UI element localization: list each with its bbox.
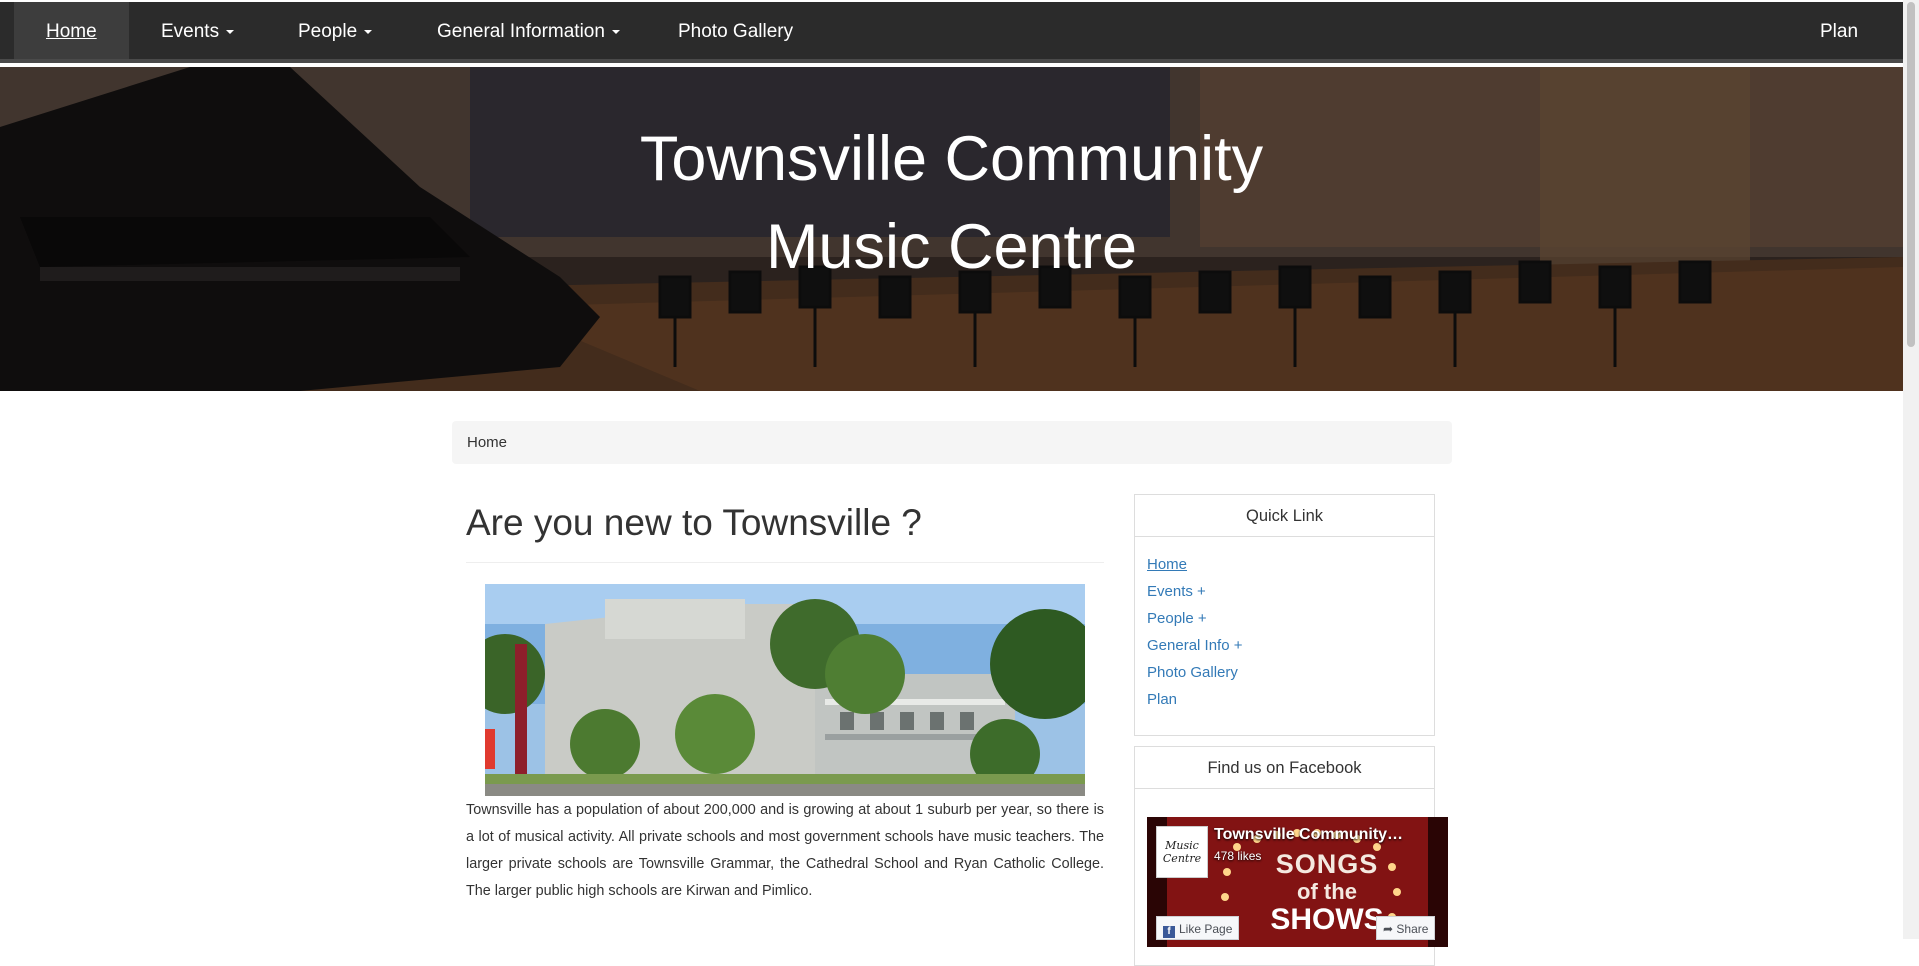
facebook-panel-title: Find us on Facebook [1135,747,1434,789]
facebook-like-button[interactable]: f Like Page [1156,916,1240,940]
quick-link-general-info[interactable]: General Info + [1147,637,1242,654]
scrollbar-thumb[interactable] [1907,2,1915,347]
quick-link-list: Home Events + People + General Info + Ph… [1135,537,1434,725]
caret-down-icon [364,29,373,34]
breadcrumb: Home [452,421,1452,464]
list-item: Photo Gallery [1147,659,1422,686]
quick-link-people[interactable]: People + [1147,610,1207,627]
quick-link-photo-gallery[interactable]: Photo Gallery [1147,664,1238,681]
facebook-like-count: 478 likes [1214,849,1262,863]
breadcrumb-current: Home [467,434,508,451]
nav-home-link[interactable]: Home [14,2,129,59]
heading-divider [466,562,1104,563]
nav-events-label: Events [161,21,220,42]
list-item: Events + [1147,578,1422,605]
nav-photo-gallery-link[interactable]: Photo Gallery [678,2,793,59]
quick-link-events[interactable]: Events + [1147,583,1206,600]
nav-people-label: People [298,21,358,42]
list-item: General Info + [1147,632,1422,659]
quick-link-title: Quick Link [1135,495,1434,537]
page-scrollbar[interactable] [1903,0,1919,939]
quick-link-plan[interactable]: Plan [1147,691,1177,708]
nav-events-dropdown[interactable]: Events [161,2,235,59]
intro-paragraph: Townsville has a population of about 200… [466,802,1104,899]
list-item: Home [1147,551,1422,578]
top-navbar: Home Events People General Information P… [0,2,1903,63]
site-title-line1: Townsville Community [639,124,1264,194]
site-title: Townsville Community Music Centre [0,115,1903,291]
facebook-page-name[interactable]: Townsville Community… [1214,826,1403,844]
nav-general-information-dropdown[interactable]: General Information [437,2,620,59]
facebook-cover-text-2: of the [1297,879,1357,904]
page-heading: Are you new to Townsville ? [466,502,922,543]
caret-down-icon [226,29,235,34]
site-title-line2: Music Centre [765,212,1138,282]
facebook-page-widget[interactable]: SONGS of the SHOWS Music Centre Townsvil… [1147,817,1448,947]
nav-people-dropdown[interactable]: People [298,2,373,59]
facebook-like-label: Like Page [1179,922,1233,936]
share-arrow-icon: ➦ [1383,922,1394,936]
list-item: Plan [1147,686,1422,713]
facebook-panel: Find us on Facebook SONGS of the SHOWS M… [1134,746,1448,966]
facebook-page-logo[interactable]: Music Centre [1156,826,1208,878]
list-item: People + [1147,605,1422,632]
hero-banner: Townsville Community Music Centre [0,67,1903,391]
facebook-icon: f [1163,926,1175,938]
facebook-logo-text: Music Centre [1162,839,1202,865]
nav-general-information-label: General Information [437,21,605,42]
facebook-share-label: Share [1396,922,1429,936]
townsville-building-photo [485,584,1085,796]
caret-down-icon [611,29,620,34]
quick-link-home[interactable]: Home [1147,556,1187,573]
facebook-share-button[interactable]: ➦ Share [1376,916,1436,940]
nav-plan-link[interactable]: Plan [1820,2,1858,59]
quick-link-panel: Quick Link Home Events + People + Genera… [1134,494,1435,736]
